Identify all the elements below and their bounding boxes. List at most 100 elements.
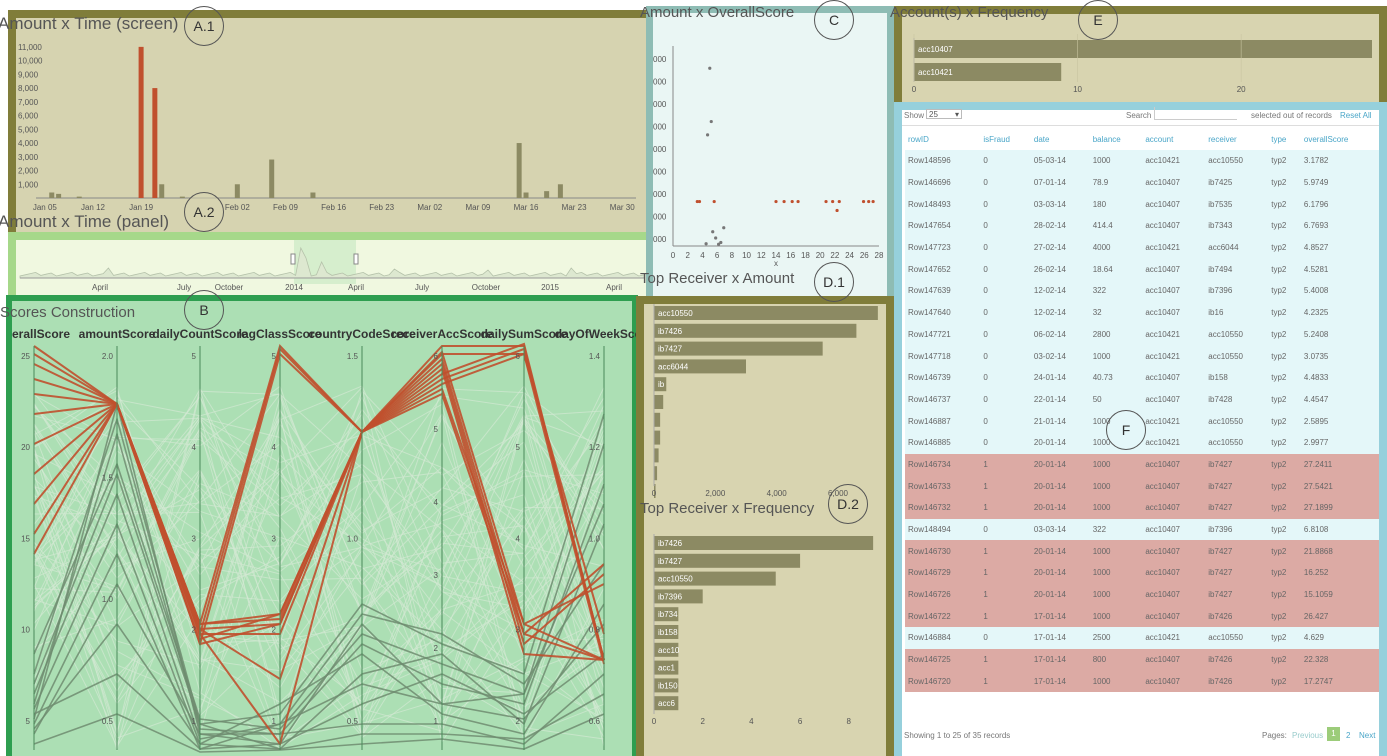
table-cell-type: typ2 (1268, 280, 1301, 302)
table-row[interactable]: Row146722 1 17-01-14 1000 acc10407 ib7426 typ2… (905, 605, 1379, 628)
chart-amount-overallscore[interactable]: 0000000000000000000000000000 2 4 6 8 10 12 14 16… (653, 40, 889, 270)
table-row[interactable]: Row146729 1 20-01-14 1000 acc10407 ib7427 typ2… (905, 562, 1379, 584)
table-row[interactable]: Row146720 1 17-01-14 1000 acc10407 ib7426 typ2… (905, 670, 1379, 693)
table-row[interactable]: Row148493 0 03-03-14 180 acc10407 ib7535 typ2 6… (905, 193, 1379, 216)
table-row[interactable]: Row146884 0 17-01-14 2500 acc10421 acc10550 ty… (905, 627, 1379, 649)
bar (654, 412, 661, 427)
table-cell-account: acc10421 (1142, 323, 1206, 346)
table-row[interactable]: Row146737 0 22-01-14 50 acc10407 ib7428 typ2 4.… (905, 388, 1379, 411)
table-row[interactable]: Row147654 0 28-02-14 414.4 acc10407 ib7343 typ… (905, 215, 1379, 237)
table-cell-account: acc10407 (1142, 215, 1206, 237)
table-cell-type: typ2 (1268, 627, 1301, 649)
table-cell-receiver: ib7426 (1205, 605, 1269, 628)
axis-tick-label: 5 (192, 352, 197, 361)
table-cell-type: typ2 (1268, 171, 1301, 194)
table-cell-overallscore: 2.9977 (1300, 431, 1379, 454)
x-tick-label: 8 (730, 251, 735, 260)
x-tick-label: 26 (860, 251, 869, 260)
table-cell-overallscore: 3.0735 (1300, 345, 1379, 367)
reset-all-link[interactable]: Reset All (1340, 111, 1372, 120)
table-row[interactable]: Row146696 0 07-01-14 78.9 acc10407 ib7425 typ2… (905, 171, 1379, 194)
page-size-select[interactable]: 25 ▾ (926, 109, 962, 119)
selected-info: selected out of records (1251, 111, 1332, 120)
table-cell-account: acc10421 (1142, 627, 1206, 649)
table-cell-type: typ2 (1268, 475, 1301, 497)
axis-tick-label: 2 (192, 626, 197, 635)
table-row[interactable]: Row147723 0 27-02-14 4000 acc10421 acc6044 typ… (905, 236, 1379, 259)
chart-amount-time-panel[interactable]: April July October 2014 April July October 2015… (16, 240, 648, 296)
table-cell-overallscore: 5.2408 (1300, 323, 1379, 346)
table-row[interactable]: Row148596 0 05-03-14 1000 acc10421 acc10550 ty… (905, 150, 1379, 172)
panel-b-title: Scores Construction (0, 304, 136, 321)
table-row[interactable]: Row146739 0 24-01-14 40.73 acc10407 ib158 typ2… (905, 366, 1379, 389)
previous-page-link[interactable]: Previous (1292, 731, 1323, 740)
table-header-row: rowID isFraud date balance account recei… (905, 128, 1379, 150)
bar-label: ib7426 (658, 539, 683, 548)
table-row[interactable]: Row147721 0 06-02-14 2800 acc10421 acc10550 ty… (905, 323, 1379, 346)
table-cell-overallscore: 15.1059 (1300, 583, 1379, 606)
table-cell-isfraud: 0 (980, 518, 1031, 541)
table-cell-rowid: Row146885 (905, 431, 981, 454)
chart-accounts-frequency[interactable]: acc10407 acc104210 10 20 (902, 34, 1380, 102)
page-1-button[interactable]: 1 (1327, 727, 1340, 741)
table-cell-date: 17-01-14 (1030, 670, 1090, 693)
page-2-link[interactable]: 2 (1346, 731, 1350, 740)
table-cell-receiver: ib7428 (1205, 388, 1269, 411)
column-header-receiver[interactable]: receiver (1205, 128, 1268, 150)
table-row[interactable]: Row146733 1 20-01-14 1000 acc10407 ib7427 typ2… (905, 475, 1379, 497)
table-cell-date: 03-03-14 (1030, 193, 1090, 216)
column-header-date[interactable]: date (1031, 128, 1090, 150)
table-row[interactable]: Row147652 0 26-02-14 18.64 acc10407 ib7494 typ… (905, 258, 1379, 281)
table-row[interactable]: Row148494 0 03-03-14 322 acc10407 ib7396 typ2 6… (905, 518, 1379, 541)
axis-tick-label: 1.0 (347, 534, 359, 543)
table-cell-rowid: Row146730 (905, 540, 981, 563)
table-cell-type: typ2 (1268, 323, 1301, 346)
chart-scores-construction[interactable]: overallScore252015105amountScore2.01.51.… (12, 324, 636, 756)
y-tick-label: 000 (653, 78, 667, 87)
axis-tick-label: 2.0 (102, 352, 114, 361)
column-header-type[interactable]: type (1268, 128, 1301, 150)
search-input[interactable] (1154, 107, 1237, 120)
table-cell-account: acc10407 (1142, 605, 1206, 628)
table-row[interactable]: Row147640 0 12-02-14 32 acc10407 ib16 typ2 4.23… (905, 301, 1379, 324)
bar-label: acc10550 (658, 309, 693, 318)
axis-tick-label: 4 (192, 443, 197, 452)
table-cell-overallscore: 3.1782 (1300, 150, 1379, 172)
table-row[interactable]: Row146730 1 20-01-14 1000 acc10407 ib7427 typ2… (905, 540, 1379, 563)
column-header-isfraud[interactable]: isFraud (980, 128, 1031, 150)
scatter-point (712, 199, 716, 204)
table-cell-isfraud: 1 (980, 562, 1031, 584)
y-tick-label: 000 (653, 145, 667, 154)
table-row[interactable]: Row147639 0 12-02-14 322 acc10407 ib7396 typ2 5… (905, 280, 1379, 302)
table-cell-rowid: Row147640 (905, 301, 981, 324)
table-row[interactable]: Row146732 1 20-01-14 1000 acc10407 ib7427 typ2… (905, 497, 1379, 519)
axis-tick-label: 1.0 (102, 595, 114, 604)
table-cell-rowid: Row147721 (905, 323, 981, 346)
table-cell-date: 20-01-14 (1030, 540, 1090, 563)
axis-tick-label: 1.0 (589, 534, 601, 543)
chart-amount-time-screen[interactable]: 1,000 2,000 3,000 4,000 5,000 6,000 7,000 8,000… (16, 36, 646, 214)
next-page-link[interactable]: Next (1359, 731, 1375, 740)
column-header-rowid[interactable]: rowID (905, 128, 980, 150)
scatter-point (711, 230, 715, 234)
table-cell-account: acc10407 (1142, 366, 1206, 389)
y-tick-label: 11,000 (18, 43, 42, 52)
chart-top-receiver-frequency[interactable]: ib7426 ib7427 acc10550 ib7396 ib734 ib158 acc1… (646, 532, 886, 734)
chart-top-receiver-amount[interactable]: acc10550 ib7426 ib7427 acc6044 ib 0 2,000 4,000… (646, 304, 886, 504)
column-header-overallscore[interactable]: overallScore (1301, 128, 1379, 150)
table-cell-balance: 32 (1089, 301, 1143, 324)
table-cell-date: 03-02-14 (1030, 345, 1090, 367)
table-cell-balance: 1000 (1089, 345, 1143, 367)
table-row[interactable]: Row146726 1 20-01-14 1000 acc10407 ib7427 typ2… (905, 583, 1379, 606)
table-row[interactable]: Row146734 1 20-01-14 1000 acc10407 ib7427 typ2… (905, 453, 1379, 476)
table-cell-overallscore: 4.4833 (1300, 366, 1379, 389)
table-cell-receiver: ib7426 (1205, 670, 1269, 693)
table-row[interactable]: Row147718 0 03-02-14 1000 acc10421 acc10550 ty… (905, 345, 1379, 367)
table-cell-type: typ2 (1268, 583, 1301, 606)
column-header-balance[interactable]: balance (1090, 128, 1143, 150)
table-row[interactable]: Row146725 1 17-01-14 800 acc10407 ib7426 typ2 2… (905, 648, 1379, 671)
brush-handle-left (290, 253, 296, 265)
column-header-account[interactable]: account (1142, 128, 1205, 150)
bar (544, 191, 550, 198)
table-cell-receiver: ib7426 (1205, 648, 1269, 671)
